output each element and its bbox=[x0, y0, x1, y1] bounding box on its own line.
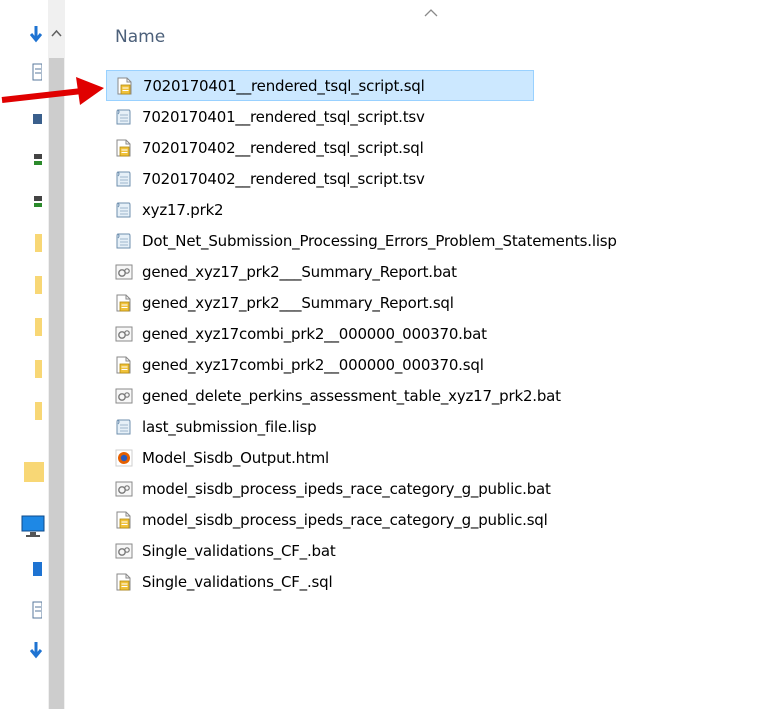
this-pc-icon[interactable] bbox=[18, 514, 46, 540]
file-name: model_sisdb_process_ipeds_race_category_… bbox=[142, 510, 548, 529]
text-file-icon bbox=[114, 169, 134, 189]
text-file-icon bbox=[114, 107, 134, 127]
sql-script-icon bbox=[114, 510, 134, 530]
desktop-icon[interactable] bbox=[30, 558, 42, 580]
batch-file-icon bbox=[114, 479, 134, 499]
file-row[interactable]: Dot_Net_Submission_Processing_Errors_Pro… bbox=[106, 225, 617, 256]
folder-icon[interactable] bbox=[30, 274, 42, 296]
text-file-icon bbox=[114, 200, 134, 220]
file-name: Dot_Net_Submission_Processing_Errors_Pro… bbox=[142, 231, 617, 250]
file-name: 7020170401__rendered_tsql_script.sql bbox=[143, 76, 425, 95]
drive-icon[interactable] bbox=[30, 150, 42, 172]
batch-file-icon bbox=[114, 541, 134, 561]
file-row[interactable]: model_sisdb_process_ipeds_race_category_… bbox=[106, 504, 548, 535]
file-row[interactable]: 7020170401__rendered_tsql_script.tsv bbox=[106, 101, 534, 132]
file-row[interactable]: gened_xyz17combi_prk2__000000_000370.bat bbox=[106, 318, 534, 349]
sql-script-icon bbox=[115, 76, 135, 96]
batch-file-icon bbox=[114, 262, 134, 282]
sql-script-icon bbox=[114, 293, 134, 313]
folder-icon[interactable] bbox=[20, 458, 44, 484]
file-row[interactable]: gened_xyz17_prk2___Summary_Report.bat bbox=[106, 256, 534, 287]
file-name: gened_xyz17_prk2___Summary_Report.sql bbox=[142, 293, 454, 312]
folder-icon[interactable] bbox=[30, 358, 42, 380]
file-name: 7020170402__rendered_tsql_script.sql bbox=[142, 138, 424, 157]
file-row[interactable]: gened_xyz17_prk2___Summary_Report.sql bbox=[106, 287, 534, 318]
file-row[interactable]: Single_validations_CF_.sql bbox=[106, 566, 534, 597]
file-name: model_sisdb_process_ipeds_race_category_… bbox=[142, 479, 551, 498]
file-row[interactable]: 7020170402__rendered_tsql_script.tsv bbox=[106, 163, 534, 194]
file-row[interactable]: 7020170402__rendered_tsql_script.sql bbox=[106, 132, 534, 163]
file-name: gened_delete_perkins_assessment_table_xy… bbox=[142, 386, 561, 405]
file-row[interactable]: model_sisdb_process_ipeds_race_category_… bbox=[106, 473, 551, 504]
sql-script-icon bbox=[114, 138, 134, 158]
sort-ascending-icon[interactable] bbox=[424, 8, 438, 18]
file-name: gened_xyz17combi_prk2__000000_000370.bat bbox=[142, 324, 487, 343]
file-name: gened_xyz17combi_prk2__000000_000370.sql bbox=[142, 355, 484, 374]
scroll-thumb[interactable] bbox=[49, 58, 64, 709]
file-name: xyz17.prk2 bbox=[142, 200, 224, 219]
desktop-icon[interactable] bbox=[30, 110, 42, 132]
file-name: Single_validations_CF_.sql bbox=[142, 572, 333, 591]
download-arrow-icon[interactable] bbox=[30, 640, 42, 662]
document-icon[interactable] bbox=[30, 600, 42, 622]
file-name: gened_xyz17_prk2___Summary_Report.bat bbox=[142, 262, 457, 281]
file-name: 7020170402__rendered_tsql_script.tsv bbox=[142, 169, 425, 188]
download-arrow-icon[interactable] bbox=[30, 24, 42, 46]
file-name: 7020170401__rendered_tsql_script.tsv bbox=[142, 107, 425, 126]
file-list: 7020170401__rendered_tsql_script.sql 7020… bbox=[106, 70, 769, 597]
file-row[interactable]: last_submission_file.lisp bbox=[106, 411, 534, 442]
text-file-icon bbox=[114, 417, 134, 437]
batch-file-icon bbox=[114, 324, 134, 344]
file-row[interactable]: gened_xyz17combi_prk2__000000_000370.sql bbox=[106, 349, 534, 380]
red-arrow-icon bbox=[1, 77, 104, 105]
batch-file-icon bbox=[114, 386, 134, 406]
sql-script-icon bbox=[114, 355, 134, 375]
folder-icon[interactable] bbox=[30, 232, 42, 254]
name-column-header[interactable]: Name bbox=[115, 27, 165, 47]
file-name: Single_validations_CF_.bat bbox=[142, 541, 336, 560]
sql-script-icon bbox=[114, 572, 134, 592]
text-file-icon bbox=[114, 231, 134, 251]
file-row[interactable]: Single_validations_CF_.bat bbox=[106, 535, 534, 566]
file-row[interactable]: gened_delete_perkins_assessment_table_xy… bbox=[106, 380, 561, 411]
file-row[interactable]: xyz17.prk2 bbox=[106, 194, 534, 225]
drive-icon[interactable] bbox=[30, 192, 42, 214]
folder-icon[interactable] bbox=[30, 400, 42, 422]
file-name: Model_Sisdb_Output.html bbox=[142, 448, 330, 467]
file-name: last_submission_file.lisp bbox=[142, 417, 317, 436]
file-row[interactable]: 7020170401__rendered_tsql_script.sql bbox=[106, 70, 534, 101]
scroll-up-icon[interactable] bbox=[48, 24, 65, 44]
folder-icon[interactable] bbox=[30, 316, 42, 338]
firefox-html-icon bbox=[114, 448, 134, 468]
file-row[interactable]: Model_Sisdb_Output.html bbox=[106, 442, 534, 473]
